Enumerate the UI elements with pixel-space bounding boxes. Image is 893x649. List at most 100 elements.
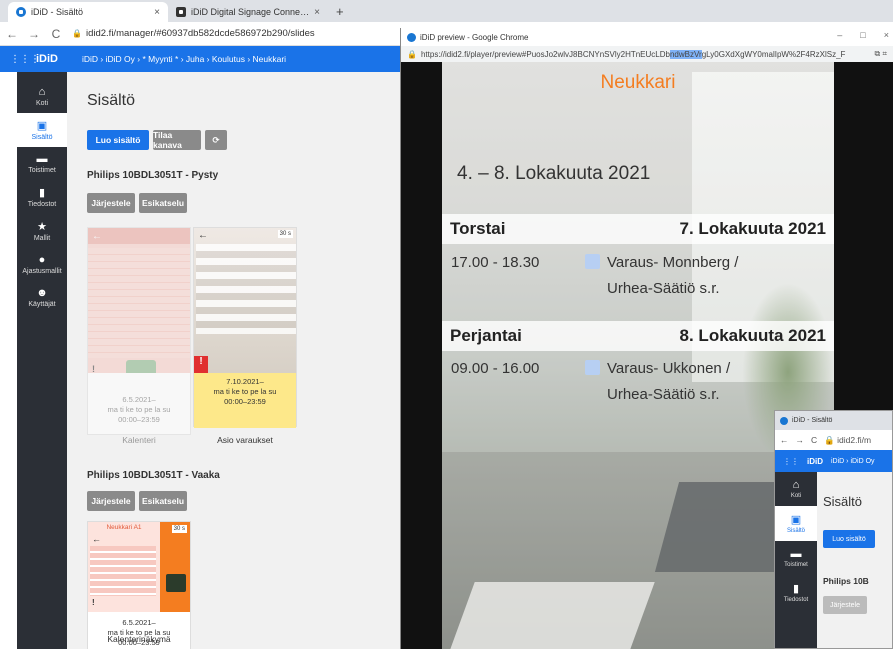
connector-favicon (176, 7, 186, 17)
display-icon: ▬ (36, 153, 48, 165)
arrange-button[interactable]: Järjestele (823, 596, 867, 614)
reload-button[interactable]: C (50, 27, 62, 41)
preview-titlebar: iDiD preview - Google Chrome – □ × (401, 28, 893, 46)
warning-badge: ! (92, 598, 95, 607)
sidebar-item-ajastusmallit[interactable]: ● Ajastusmallit (17, 248, 67, 281)
day-header: Torstai 7. Lokakuuta 2021 (442, 214, 834, 244)
reload-button[interactable]: C (811, 435, 817, 445)
small-tab-bar: iDiD - Sisältö (775, 411, 892, 430)
event-organizer: Urhea-Säätiö s.r. (607, 386, 720, 403)
sidebar-item-label: Koti (35, 100, 49, 107)
event-color-box (585, 360, 600, 375)
idid-favicon (780, 416, 788, 425)
small-sidebar: ⌂ Koti ▣ Sisältö ▬ Toistimet ▮ Tiedostot (775, 472, 817, 648)
section-title: Philips 10B (823, 576, 869, 586)
small-url[interactable]: 🔒 idid2.fi/m (824, 435, 871, 446)
small-tab-title[interactable]: iDiD - Sisältö (792, 417, 832, 424)
sidebar-item-label: Tiedostot (27, 201, 57, 208)
star-icon: ★ (37, 221, 47, 233)
error-badge: ! (194, 356, 208, 373)
duration-badge: 30 s (277, 230, 293, 238)
content-card[interactable]: ← ! 6.5.2021– ma ti ke to pe la su 00:00… (87, 227, 191, 435)
slide-date-range: 4. – 8. Lokakuuta 2021 (457, 163, 651, 184)
url-field[interactable]: 🔒 idid2.fi/manager/#60937db582dcde586972… (72, 28, 315, 39)
arrange-button[interactable]: Järjestele (87, 193, 135, 213)
url-part: https://idid2.fi/player/preview#PuosJo2w… (420, 49, 670, 59)
refresh-icon[interactable]: ⟳ (205, 130, 227, 150)
order-channel-button[interactable]: Tilaa kanava (153, 130, 201, 150)
small-address-bar: ← → C 🔒 idid2.fi/m (775, 430, 892, 450)
sidebar-item-koti[interactable]: ⌂ Koti (17, 80, 67, 113)
url-highlight: ndwBzVr (669, 49, 702, 59)
small-url-text: idid2.fi/m (837, 434, 872, 445)
event-time: 17.00 - 18.30 (451, 254, 540, 271)
schedule-days: ma ti ke to pe la su (107, 405, 171, 414)
sidebar-item-mallit[interactable]: ★ Mallit (17, 214, 67, 248)
app-logo[interactable]: iDiD (807, 457, 823, 466)
image-icon: ▣ (790, 514, 802, 526)
tab-connector[interactable]: iDiD Digital Signage Connector I × (168, 2, 328, 22)
day-name: Perjantai (450, 326, 522, 345)
thumb-lines (196, 244, 296, 334)
card-schedule: 7.10.2021– ma ti ke to pe la su 00:00–23… (194, 373, 296, 428)
preview-window-title: iDiD preview - Google Chrome (420, 32, 529, 42)
close-icon[interactable]: × (884, 30, 889, 40)
sidebar: ⌂ Koti ▣ Sisältö ▬ Toistimet ▮ Tiedostot… (17, 72, 67, 649)
tab-title: iDiD Digital Signage Connector I (191, 7, 310, 17)
card-schedule: 6.5.2021– ma ti ke to pe la su 00:00–23:… (88, 391, 190, 429)
back-button[interactable]: ← (780, 435, 789, 445)
window-controls: – □ × (837, 30, 889, 40)
clock-icon: ● (38, 254, 46, 266)
app-logo[interactable]: iDiD (36, 53, 76, 65)
sidebar-item-tiedostot[interactable]: ▮ Tiedostot (17, 180, 67, 214)
sidebar-item-tiedostot[interactable]: ▮ Tiedostot (775, 575, 817, 610)
create-content-button[interactable]: Luo sisältö (87, 130, 149, 150)
page-title: Sisältö (87, 92, 136, 109)
forward-button[interactable]: → (28, 27, 40, 41)
sidebar-item-kayttajat[interactable]: ☻ Käyttäjät (17, 281, 67, 314)
url-part: gLy0GXdXgWY0malIpW%2F4RzXlSz_F (701, 49, 846, 59)
breadcrumb[interactable]: iDiD › iDiD Oy (831, 458, 875, 465)
content-card[interactable]: Neukkari A1 ← ! 30 s 6.5.2021– ma ti ke … (87, 521, 191, 649)
content-card[interactable]: ← 30 s ! 7.10.2021– ma ti ke to pe la su… (193, 227, 297, 428)
sidebar-item-toistimet[interactable]: ▬ Toistimet (17, 147, 67, 180)
apps-grid-icon[interactable]: ⋮⋮⋮ (10, 54, 40, 65)
lock-icon: 🔒 (72, 29, 82, 38)
day-name: Torstai (450, 219, 506, 238)
tab-close-icon[interactable]: × (154, 7, 160, 18)
sidebar-item-sisalto[interactable]: ▣ Sisältö (775, 506, 817, 541)
schedule-date: 6.5.2021– (122, 618, 156, 627)
back-arrow-icon: ← (198, 230, 208, 241)
small-browser-window[interactable]: iDiD - Sisältö ← → C 🔒 idid2.fi/m ⋮⋮ iDi… (774, 410, 893, 649)
slide-title: Neukkari (600, 72, 676, 93)
back-arrow-icon: ← (92, 231, 102, 242)
sidebar-item-koti[interactable]: ⌂ Koti (775, 472, 817, 506)
breadcrumb[interactable]: iDiD › iDiD Oy › * Myynti * › Juha › Kou… (82, 54, 286, 64)
card-thumbnail: Neukkari A1 ← ! 30 s (88, 522, 190, 612)
sidebar-item-label: Sisältö (786, 528, 805, 534)
sidebar-item-label: Käyttäjät (28, 301, 56, 308)
address-bar-icons[interactable]: ⧉ ⌗ (875, 49, 887, 59)
forward-button[interactable]: → (796, 435, 805, 445)
preview-address-bar[interactable]: 🔒 https://idid2.fi/player/preview#PuosJo… (401, 46, 893, 62)
day-date: 7. Lokakuuta 2021 (679, 219, 826, 238)
apps-grid-icon[interactable]: ⋮⋮ (783, 457, 799, 466)
maximize-icon[interactable]: □ (860, 30, 865, 40)
tab-sisalto[interactable]: iDiD - Sisältö × (8, 2, 168, 22)
thumb-title: Neukkari A1 (106, 524, 142, 531)
arrange-button[interactable]: Järjestele (87, 491, 135, 511)
file-icon: ▮ (792, 583, 800, 595)
card-name: Kalenterinäkymä (107, 634, 171, 644)
sidebar-item-toistimet[interactable]: ▬ Toistimet (775, 541, 817, 575)
event-organizer: Urhea-Säätiö s.r. (607, 280, 720, 297)
thumb-lines (90, 546, 156, 596)
back-button[interactable]: ← (6, 27, 18, 41)
minimize-icon[interactable]: – (837, 30, 842, 40)
preview-button[interactable]: Esikatselu (139, 193, 187, 213)
preview-button[interactable]: Esikatselu (139, 491, 187, 511)
create-content-button[interactable]: Luo sisältö (823, 530, 875, 548)
schedule-hours: 00:00–23:59 (118, 415, 160, 424)
new-tab-button[interactable]: + (328, 4, 352, 22)
tab-close-icon[interactable]: × (314, 7, 320, 18)
sidebar-item-sisalto[interactable]: ▣ Sisältö (17, 113, 67, 147)
